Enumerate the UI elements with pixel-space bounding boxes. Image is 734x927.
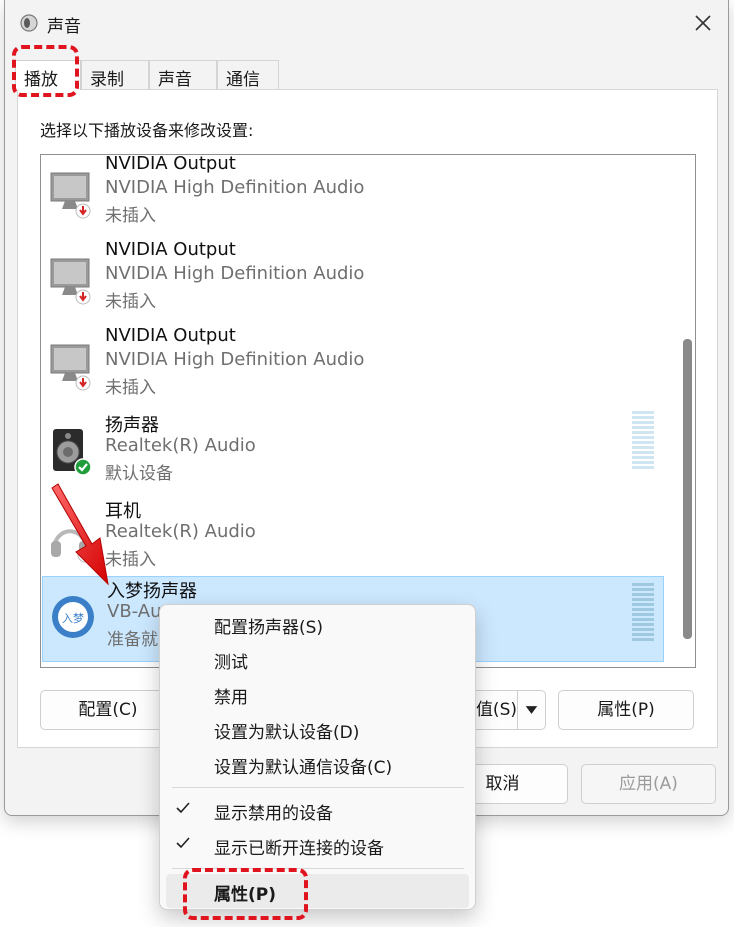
- apply-button[interactable]: 应用(A): [581, 764, 716, 804]
- device-description: VB-Au: [107, 601, 162, 622]
- properties-button[interactable]: 属性(P): [558, 690, 694, 730]
- device-row[interactable]: 耳机 Realtek(R) Audio 未插入: [41, 497, 677, 583]
- tab-sounds[interactable]: 声音: [149, 60, 217, 90]
- device-status: 准备就: [107, 630, 158, 650]
- device-description: NVIDIA High Definition Audio: [105, 349, 365, 370]
- device-name: NVIDIA Output: [105, 154, 236, 174]
- monitor-icon: [50, 258, 91, 305]
- instruction-text: 选择以下播放设备来修改设置:: [40, 121, 254, 140]
- configure-button[interactable]: 配置(C): [40, 690, 176, 730]
- menu-item-show-disabled[interactable]: 显示禁用的设备: [160, 793, 475, 827]
- device-status: 未插入: [105, 206, 156, 226]
- tab-communications[interactable]: 通信: [217, 60, 279, 90]
- title-bar: 声音: [5, 0, 728, 46]
- close-icon[interactable]: [688, 8, 718, 38]
- speaker-title-icon: [20, 14, 38, 32]
- monitor-icon: [50, 344, 91, 391]
- device-row[interactable]: NVIDIA Output NVIDIA High Definition Aud…: [41, 325, 677, 411]
- device-description: Realtek(R) Audio: [105, 435, 256, 456]
- checkmark-icon: [176, 837, 190, 849]
- context-menu: 配置扬声器(S) 测试 禁用 设置为默认设备(D) 设置为默认通信设备(C) 显…: [159, 604, 476, 910]
- device-list[interactable]: NVIDIA Output NVIDIA High Definition Aud…: [40, 154, 696, 668]
- monitor-icon: [50, 172, 91, 219]
- device-description: NVIDIA High Definition Audio: [105, 177, 365, 198]
- device-row[interactable]: NVIDIA Output NVIDIA High Definition Aud…: [41, 154, 677, 239]
- window-title: 声音: [47, 17, 81, 37]
- highlight-properties-item: [183, 868, 308, 920]
- speaker-icon: [53, 429, 92, 476]
- chevron-down-icon[interactable]: [517, 691, 545, 729]
- device-name: 扬声器: [105, 415, 159, 436]
- device-list-scrollbar[interactable]: [679, 155, 695, 667]
- menu-item-configure-speakers[interactable]: 配置扬声器(S): [160, 607, 475, 641]
- svg-text:入梦: 入梦: [62, 612, 84, 625]
- device-status: 未插入: [105, 292, 156, 312]
- device-row[interactable]: 扬声器 Realtek(R) Audio 默认设备: [41, 411, 677, 497]
- checkmark-icon: [176, 802, 190, 814]
- highlight-playback-tab: [12, 45, 79, 97]
- device-name: 入梦扬声器: [107, 581, 197, 602]
- device-description: Realtek(R) Audio: [105, 521, 256, 542]
- device-name: NVIDIA Output: [105, 325, 236, 346]
- device-status: 未插入: [105, 378, 156, 398]
- device-name: NVIDIA Output: [105, 239, 236, 260]
- menu-item-test[interactable]: 测试: [160, 642, 475, 676]
- tab-recording[interactable]: 录制: [81, 60, 149, 90]
- rumeng-icon: 入梦: [52, 596, 94, 638]
- menu-item-disable[interactable]: 禁用: [160, 677, 475, 711]
- annotation-arrow-icon: [51, 483, 109, 586]
- volume-level-meter: [632, 583, 654, 641]
- menu-item-set-default[interactable]: 设置为默认设备(D): [160, 712, 475, 746]
- menu-item-set-default-comm[interactable]: 设置为默认通信设备(C): [160, 747, 475, 781]
- scrollbar-thumb[interactable]: [683, 339, 692, 639]
- device-description: NVIDIA High Definition Audio: [105, 263, 365, 284]
- menu-separator: [172, 787, 464, 788]
- device-row[interactable]: NVIDIA Output NVIDIA High Definition Aud…: [41, 239, 677, 325]
- volume-level-meter: [632, 411, 654, 469]
- menu-item-show-disconnected[interactable]: 显示已断开连接的设备: [160, 828, 475, 862]
